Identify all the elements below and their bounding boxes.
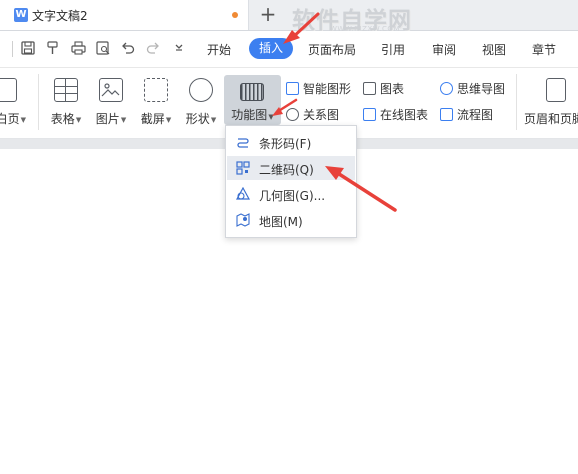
online-chart-label: 在线图表 bbox=[380, 108, 429, 122]
undo-icon[interactable] bbox=[120, 41, 136, 57]
screenshot-button[interactable]: 截屏▼ bbox=[136, 78, 176, 127]
screenshot-label: 截屏 bbox=[140, 112, 165, 126]
blank-page-button[interactable]: 白页▼ bbox=[0, 78, 26, 127]
shape-label: 形状 bbox=[185, 112, 210, 126]
function-chart-button[interactable]: 功能图▼ bbox=[224, 75, 281, 125]
shape-button[interactable]: 形状▼ bbox=[181, 78, 221, 127]
online-chart-button[interactable]: 在线图表 bbox=[363, 106, 428, 123]
table-icon bbox=[54, 78, 78, 102]
flow-chart-icon bbox=[440, 108, 453, 121]
mind-map-button[interactable]: 思维导图 bbox=[440, 80, 505, 97]
print-icon[interactable] bbox=[70, 41, 86, 57]
menu-references[interactable]: 引用 bbox=[381, 41, 405, 58]
barcode-icon bbox=[240, 83, 264, 101]
menu-review[interactable]: 审阅 bbox=[432, 41, 456, 58]
menu-view[interactable]: 视图 bbox=[482, 41, 506, 58]
writer-doc-icon: W bbox=[14, 8, 28, 22]
barcode-label: 条形码(F) bbox=[259, 137, 312, 151]
smart-art-icon bbox=[286, 82, 299, 95]
barcode-menu-icon bbox=[236, 135, 250, 149]
chart-button[interactable]: 图表 bbox=[363, 80, 404, 97]
picture-icon bbox=[99, 78, 123, 102]
function-chart-label: 功能图 bbox=[231, 108, 268, 122]
menu-page-layout[interactable]: 页面布局 bbox=[308, 41, 356, 58]
relation-chart-button[interactable]: 关系图 bbox=[286, 106, 339, 123]
header-footer-icon bbox=[546, 78, 566, 102]
document-tab[interactable]: W 文字文稿2 bbox=[0, 0, 249, 30]
mind-map-label: 思维导图 bbox=[457, 82, 506, 96]
wps-writer-window: W 文字文稿2 + 软件自学网 WWW.RJZXW.COM 开始 插入 页面布局… bbox=[0, 0, 578, 474]
relation-chart-icon bbox=[286, 108, 299, 121]
map-menu-icon bbox=[236, 213, 250, 227]
geometry-menu-icon bbox=[235, 186, 251, 201]
smart-art-label: 智能图形 bbox=[303, 82, 352, 96]
mind-map-icon bbox=[440, 82, 453, 95]
new-tab-button[interactable]: + bbox=[257, 2, 279, 26]
flow-chart-button[interactable]: 流程图 bbox=[440, 106, 493, 123]
flow-chart-label: 流程图 bbox=[457, 108, 494, 122]
smart-art-button[interactable]: 智能图形 bbox=[286, 80, 351, 97]
ribbon-divider bbox=[38, 74, 39, 130]
qrcode-label: 二维码(Q) bbox=[259, 163, 314, 177]
menu-chapter[interactable]: 章节 bbox=[532, 41, 556, 58]
chart-icon bbox=[363, 82, 376, 95]
menu-item-map[interactable]: 地图(M) bbox=[227, 208, 355, 232]
map-label: 地图(M) bbox=[259, 215, 303, 229]
tab-bar: W 文字文稿2 + 软件自学网 WWW.RJZXW.COM bbox=[0, 0, 578, 34]
menu-item-geometry[interactable]: 几何图(G)... bbox=[227, 182, 355, 206]
quick-access-dropdown-icon[interactable] bbox=[171, 41, 187, 57]
menu-item-barcode[interactable]: 条形码(F) bbox=[227, 130, 355, 154]
header-footer-label: 页眉和页脚 bbox=[524, 112, 578, 126]
quick-access-separator bbox=[12, 41, 13, 57]
online-chart-icon bbox=[363, 108, 376, 121]
format-painter-icon[interactable] bbox=[45, 41, 61, 57]
blank-page-icon bbox=[0, 78, 17, 102]
print-preview-icon[interactable] bbox=[95, 41, 111, 57]
unsaved-indicator bbox=[232, 12, 238, 18]
menu-insert[interactable]: 插入 bbox=[249, 38, 293, 59]
picture-button[interactable]: 图片▼ bbox=[91, 78, 131, 127]
function-chart-menu: 条形码(F) 二维码(Q) 几何图(G)... 地图(M) bbox=[225, 125, 357, 238]
geometry-label: 几何图(G)... bbox=[259, 189, 326, 203]
blank-page-label: 白页 bbox=[0, 112, 20, 126]
shape-icon bbox=[189, 78, 213, 102]
relation-chart-label: 关系图 bbox=[303, 108, 340, 122]
redo-icon[interactable] bbox=[145, 41, 161, 57]
picture-label: 图片 bbox=[95, 112, 120, 126]
save-icon[interactable] bbox=[20, 41, 36, 57]
menu-bar: 开始 插入 页面布局 引用 审阅 视图 章节 bbox=[0, 31, 578, 68]
screenshot-icon bbox=[144, 78, 168, 102]
header-footer-button[interactable]: 页眉和页脚 bbox=[524, 78, 578, 127]
document-title: 文字文稿2 bbox=[32, 9, 88, 23]
qrcode-menu-icon bbox=[236, 161, 250, 175]
table-label: 表格 bbox=[50, 112, 75, 126]
ribbon-divider bbox=[516, 74, 517, 130]
chart-label: 图表 bbox=[380, 82, 405, 96]
menu-item-qrcode[interactable]: 二维码(Q) bbox=[227, 156, 355, 180]
menu-start[interactable]: 开始 bbox=[207, 41, 231, 58]
table-button[interactable]: 表格▼ bbox=[46, 78, 86, 127]
